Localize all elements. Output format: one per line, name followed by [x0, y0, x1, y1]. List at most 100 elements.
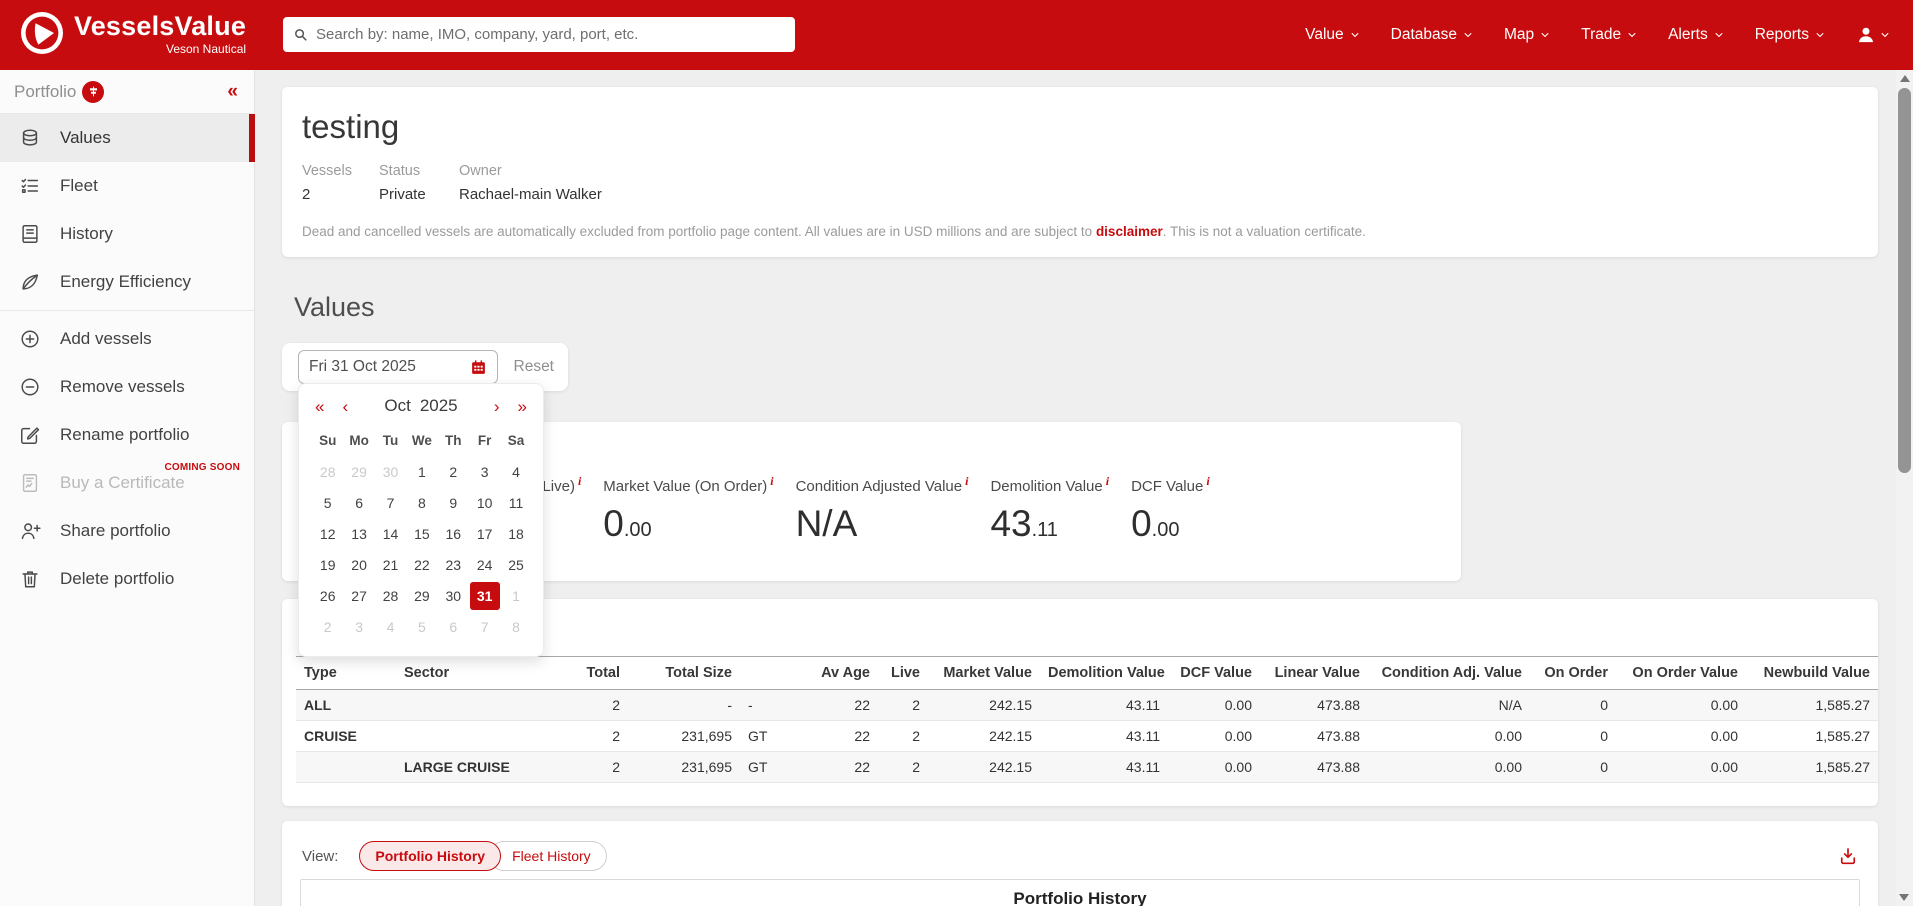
- calendar-day[interactable]: 10: [469, 487, 500, 518]
- calendar-day[interactable]: 28: [375, 580, 406, 611]
- column-header-condition-adj-value[interactable]: Condition Adj. Value: [1368, 657, 1530, 690]
- calendar-day[interactable]: 6: [343, 487, 374, 518]
- calendar-day[interactable]: 21: [375, 549, 406, 580]
- column-header-dcf-value[interactable]: DCF Value: [1168, 657, 1260, 690]
- calendar-day[interactable]: 28: [312, 456, 343, 487]
- calendar-day[interactable]: 13: [343, 518, 374, 549]
- calendar-day[interactable]: 1: [500, 580, 531, 611]
- sidebar-item-values[interactable]: Values: [0, 114, 254, 162]
- user-menu[interactable]: [1856, 0, 1890, 70]
- calendar-day[interactable]: 1: [406, 456, 437, 487]
- calendar-day[interactable]: 29: [343, 456, 374, 487]
- calendar-day[interactable]: 30: [375, 456, 406, 487]
- column-header-av-age[interactable]: Av Age: [786, 657, 878, 690]
- calendar-day[interactable]: 19: [312, 549, 343, 580]
- calendar-day[interactable]: 16: [438, 518, 469, 549]
- calendar-day[interactable]: 2: [438, 456, 469, 487]
- reset-date-button[interactable]: Reset: [514, 358, 555, 376]
- sidebar-item-fleet[interactable]: Fleet: [0, 162, 254, 210]
- calendar-day[interactable]: 2: [312, 611, 343, 642]
- column-header-total-size[interactable]: Total Size: [628, 657, 740, 690]
- nav-item-database[interactable]: Database: [1391, 26, 1473, 44]
- calendar-day[interactable]: 7: [469, 611, 500, 642]
- sidebar-item-remove-vessels[interactable]: Remove vessels: [0, 363, 254, 411]
- calendar-day[interactable]: 5: [406, 611, 437, 642]
- calendar-day[interactable]: 3: [469, 456, 500, 487]
- calendar-day[interactable]: 25: [500, 549, 531, 580]
- calendar-day[interactable]: 9: [438, 487, 469, 518]
- prev-year-button[interactable]: «: [312, 398, 327, 415]
- column-header-newbuild-value[interactable]: Newbuild Value: [1746, 657, 1878, 690]
- scroll-up-arrow[interactable]: [1900, 75, 1910, 82]
- nav-item-reports[interactable]: Reports: [1755, 26, 1825, 44]
- calendar-day[interactable]: 4: [375, 611, 406, 642]
- portfolio-history-toggle[interactable]: Portfolio History: [359, 841, 501, 871]
- calendar-day[interactable]: 4: [500, 456, 531, 487]
- calendar-day[interactable]: 29: [406, 580, 437, 611]
- calendar-day[interactable]: 15: [406, 518, 437, 549]
- info-icon[interactable]: i: [770, 474, 773, 488]
- column-header-live[interactable]: Live: [878, 657, 928, 690]
- next-year-button[interactable]: »: [515, 398, 530, 415]
- calendar-day[interactable]: 6: [438, 611, 469, 642]
- sidebar-item-add-vessels[interactable]: Add vessels: [0, 315, 254, 363]
- nav-item-alerts[interactable]: Alerts: [1668, 26, 1724, 44]
- calendar-day[interactable]: 30: [438, 580, 469, 611]
- calendar-day-selected[interactable]: 31: [469, 580, 500, 611]
- column-header-linear-value[interactable]: Linear Value: [1260, 657, 1368, 690]
- column-header-market-value[interactable]: Market Value: [928, 657, 1040, 690]
- date-input[interactable]: Fri 31 Oct 2025: [298, 350, 498, 384]
- sidebar-item-rename-portfolio[interactable]: Rename portfolio: [0, 411, 254, 459]
- info-icon[interactable]: i: [1206, 474, 1209, 488]
- sidebar-collapse-button[interactable]: «: [227, 82, 238, 101]
- calendar-day[interactable]: 11: [500, 487, 531, 518]
- sidebar-item-delete-portfolio[interactable]: Delete portfolio: [0, 555, 254, 603]
- calendar-day[interactable]: 17: [469, 518, 500, 549]
- page-scrollbar[interactable]: [1896, 70, 1913, 906]
- calendar-day[interactable]: 26: [312, 580, 343, 611]
- sidebar-item-share-portfolio[interactable]: Share portfolio: [0, 507, 254, 555]
- global-search[interactable]: [283, 17, 795, 52]
- calendar-day[interactable]: 8: [500, 611, 531, 642]
- calendar-day[interactable]: 14: [375, 518, 406, 549]
- calendar-day[interactable]: 7: [375, 487, 406, 518]
- calendar-day[interactable]: 3: [343, 611, 374, 642]
- info-icon[interactable]: i: [1106, 474, 1109, 488]
- disclaimer-link[interactable]: disclaimer: [1096, 224, 1163, 239]
- calendar-month-year[interactable]: Oct 2025: [351, 396, 491, 416]
- calendar-day[interactable]: 5: [312, 487, 343, 518]
- nav-item-value[interactable]: Value: [1305, 26, 1360, 44]
- next-month-button[interactable]: ›: [491, 398, 503, 415]
- column-header-sector[interactable]: Sector: [396, 657, 566, 690]
- calendar-day[interactable]: 24: [469, 549, 500, 580]
- scrollbar-thumb[interactable]: [1898, 88, 1911, 473]
- column-header-unit[interactable]: [740, 657, 786, 690]
- column-header-on-order[interactable]: On Order: [1530, 657, 1616, 690]
- download-icon[interactable]: [1838, 846, 1858, 866]
- nav-item-map[interactable]: Map: [1504, 26, 1550, 44]
- column-header-total[interactable]: Total: [566, 657, 628, 690]
- info-icon[interactable]: i: [578, 474, 581, 488]
- table-row[interactable]: ALL2--222242.1543.110.00473.88N/A00.001,…: [296, 690, 1878, 721]
- table-row[interactable]: LARGE CRUISE2231,695GT222242.1543.110.00…: [296, 752, 1878, 783]
- info-icon[interactable]: i: [965, 474, 968, 488]
- sidebar-item-history[interactable]: History: [0, 210, 254, 258]
- calendar-day[interactable]: 27: [343, 580, 374, 611]
- brand-logo[interactable]: VesselsValue Veson Nautical: [20, 11, 246, 56]
- column-header-on-order-value[interactable]: On Order Value: [1616, 657, 1746, 690]
- calendar-day[interactable]: 20: [343, 549, 374, 580]
- sidebar-item-energy-efficiency[interactable]: Energy Efficiency: [0, 258, 254, 306]
- calendar-day[interactable]: 18: [500, 518, 531, 549]
- calendar-day[interactable]: 23: [438, 549, 469, 580]
- calendar-day[interactable]: 8: [406, 487, 437, 518]
- table-row[interactable]: CRUISE2231,695GT222242.1543.110.00473.88…: [296, 721, 1878, 752]
- column-header-type[interactable]: Type: [296, 657, 396, 690]
- search-input[interactable]: [316, 26, 785, 43]
- fleet-history-toggle[interactable]: Fleet History: [489, 841, 607, 871]
- scroll-down-arrow[interactable]: [1899, 894, 1909, 901]
- calendar-day[interactable]: 12: [312, 518, 343, 549]
- prev-month-button[interactable]: ‹: [339, 398, 351, 415]
- calendar-day[interactable]: 22: [406, 549, 437, 580]
- nav-item-trade[interactable]: Trade: [1581, 26, 1637, 44]
- column-header-demolition-value[interactable]: Demolition Value: [1040, 657, 1168, 690]
